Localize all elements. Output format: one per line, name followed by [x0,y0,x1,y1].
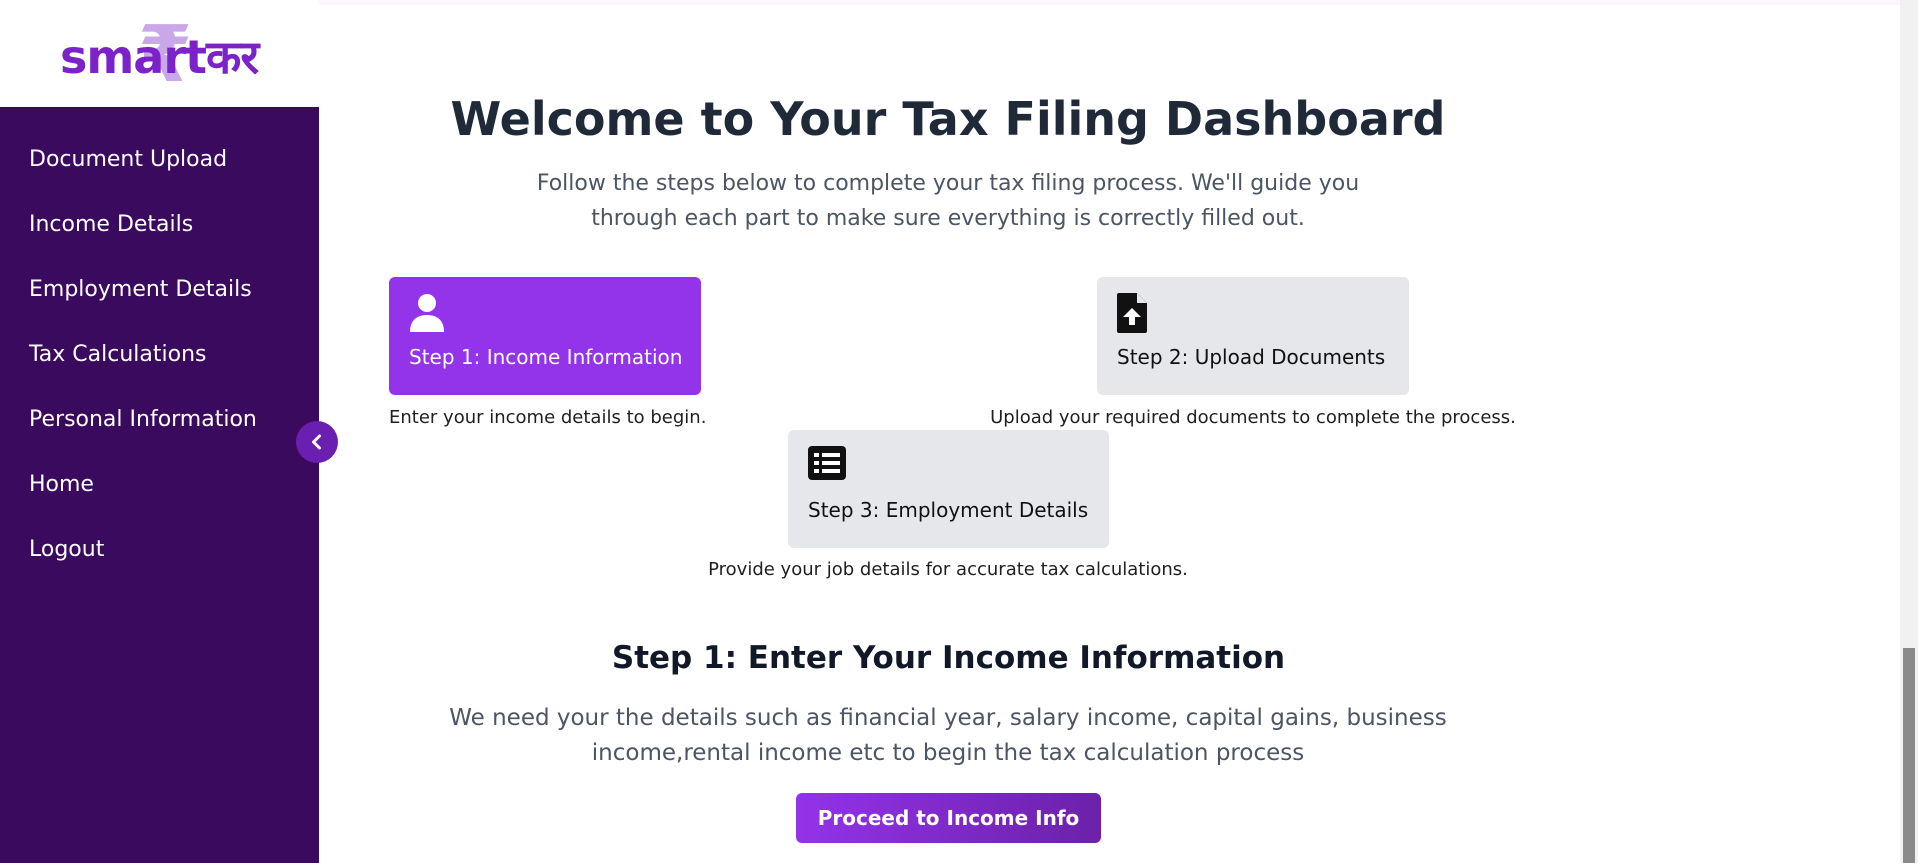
sidebar-item-personal-information[interactable]: Personal Information [29,400,257,465]
scrollbar[interactable] [1900,0,1918,863]
step-card-description: Provide your job details for accurate ta… [708,559,1188,580]
logo-prefix: smart [60,30,207,84]
step-card-label: Step 1: Income Information [409,345,683,369]
sidebar-nav: Document Upload Income Details Employmen… [29,140,257,595]
page-subtitle: Follow the steps below to complete your … [536,171,1360,231]
logo[interactable]: ₹ smartकर [60,16,270,94]
page-title: Welcome to Your Tax Filing Dashboard [450,92,1446,146]
list-icon [808,446,1089,488]
logo-container: ₹ smartकर [0,0,319,107]
step-card-employment[interactable]: Step 3: Employment Details [788,430,1109,548]
step-card-description: Upload your required documents to comple… [990,407,1516,428]
step-card-upload[interactable]: Step 2: Upload Documents [1097,277,1409,395]
scrollbar-thumb[interactable] [1903,648,1915,863]
sidebar-item-document-upload[interactable]: Document Upload [29,140,257,205]
user-icon [409,293,681,335]
proceed-to-income-button[interactable]: Proceed to Income Info [796,793,1101,843]
sidebar-item-employment-details[interactable]: Employment Details [29,270,257,335]
section-title: Step 1: Enter Your Income Information [611,640,1286,676]
step-card-label: Step 2: Upload Documents [1117,345,1386,369]
sidebar-item-home[interactable]: Home [29,465,257,530]
logo-suffix: कर [206,30,259,84]
sidebar-item-logout[interactable]: Logout [29,530,257,595]
section-description: We need your the details such as financi… [449,705,1447,766]
chevron-left-icon [312,434,321,450]
sidebar-item-tax-calculations[interactable]: Tax Calculations [29,335,257,400]
sidebar-item-income-details[interactable]: Income Details [29,205,257,270]
sidebar: ₹ smartकर Document Upload Income Details… [0,0,319,863]
logo-text: smartकर [60,30,259,84]
step-card-description: Enter your income details to begin. [389,407,707,428]
file-upload-icon [1117,293,1389,335]
step-card-income[interactable]: Step 1: Income Information [389,277,701,395]
step-card-label: Step 3: Employment Details [808,498,1089,522]
sidebar-collapse-button[interactable] [296,421,338,463]
